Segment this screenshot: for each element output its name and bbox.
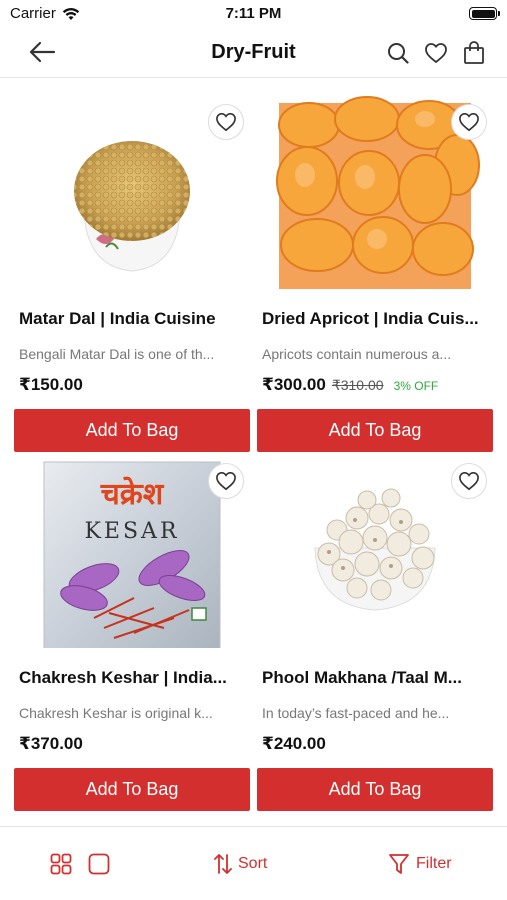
price-row: ₹240.00 [262,734,326,754]
product-card[interactable]: Dried Apricot | India Cuis... Apricots c… [257,79,493,452]
product-description: Chakresh Keshar is original k... [19,705,213,721]
heart-icon [459,471,479,491]
product-title[interactable]: Dried Apricot | India Cuis... [262,309,490,329]
bag-button[interactable] [461,40,487,66]
discount-badge: 3% OFF [393,379,439,393]
add-to-bag-button[interactable]: Add To Bag [257,768,493,811]
list-view-icon[interactable] [88,853,110,875]
filter-icon [389,854,409,874]
heart-icon [216,112,236,132]
sort-icon [214,854,232,874]
wishlist-toggle[interactable] [451,104,487,140]
product-title[interactable]: Phool Makhana /Taal M... [262,668,490,688]
wishlist-toggle[interactable] [451,463,487,499]
product-price: ₹300.00 [262,375,326,394]
sort-button[interactable]: Sort [214,853,267,875]
product-card[interactable]: Matar Dal | India Cuisine Bengali Matar … [14,79,250,452]
product-card[interactable]: चक्रेश KESAR Chakresh Keshar | India... … [14,438,250,811]
product-title[interactable]: Chakresh Keshar | India... [19,668,247,688]
bottom-action-bar: Sort Filter [0,826,507,900]
price-row: ₹370.00 [19,734,83,754]
packet-brand: चक्रेश [100,476,165,512]
status-bar: Carrier 7:11 PM [0,0,507,28]
wishlist-toggle[interactable] [208,104,244,140]
heart-icon [216,471,236,491]
heart-icon [425,43,447,63]
search-icon [388,43,409,64]
wishlist-toggle[interactable] [208,463,244,499]
product-description: In today’s fast-paced and he... [262,705,450,721]
product-price: ₹240.00 [262,734,326,753]
product-description: Bengali Matar Dal is one of th... [19,346,215,362]
packet-name: KESAR [84,519,179,544]
original-price: ₹310.00 [331,377,384,393]
battery-icon [469,7,500,20]
search-button[interactable] [385,40,411,66]
product-card[interactable]: Phool Makhana /Taal M... In today’s fast… [257,438,493,811]
shopping-bag-icon [464,41,484,64]
filter-button[interactable]: Filter [388,853,452,875]
heart-icon [459,112,479,132]
view-toggle [50,853,110,875]
product-price: ₹370.00 [19,734,83,753]
price-row: ₹150.00 [19,375,83,395]
product-title[interactable]: Matar Dal | India Cuisine [19,309,247,329]
sort-label: Sort [238,855,268,872]
nav-bar: Dry-Fruit [0,28,507,78]
status-time: 7:11 PM [225,5,282,22]
product-price: ₹150.00 [19,375,83,394]
filter-label: Filter [416,855,452,872]
wishlist-button[interactable] [423,40,449,66]
add-to-bag-button[interactable]: Add To Bag [14,768,250,811]
product-description: Apricots contain numerous a... [262,346,452,362]
nav-actions [385,40,487,66]
price-row: ₹300.00 ₹310.00 3% OFF [262,375,438,395]
grid-view-icon[interactable] [50,853,72,875]
